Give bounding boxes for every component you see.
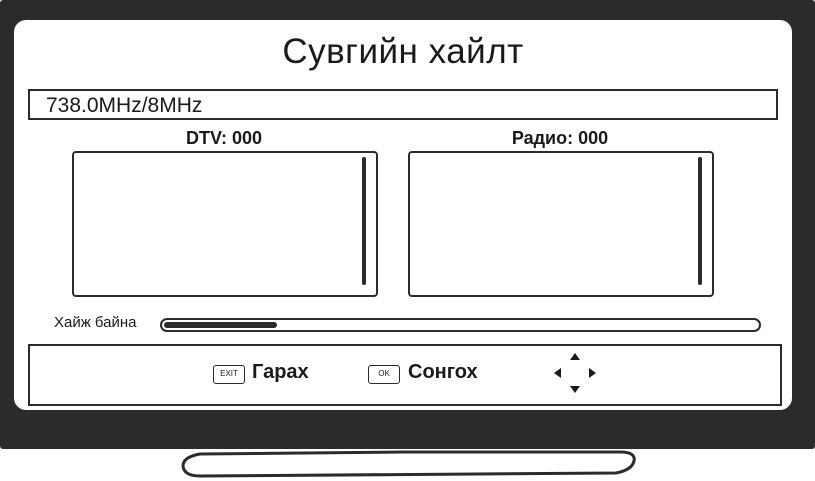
tv-stand xyxy=(181,450,636,478)
